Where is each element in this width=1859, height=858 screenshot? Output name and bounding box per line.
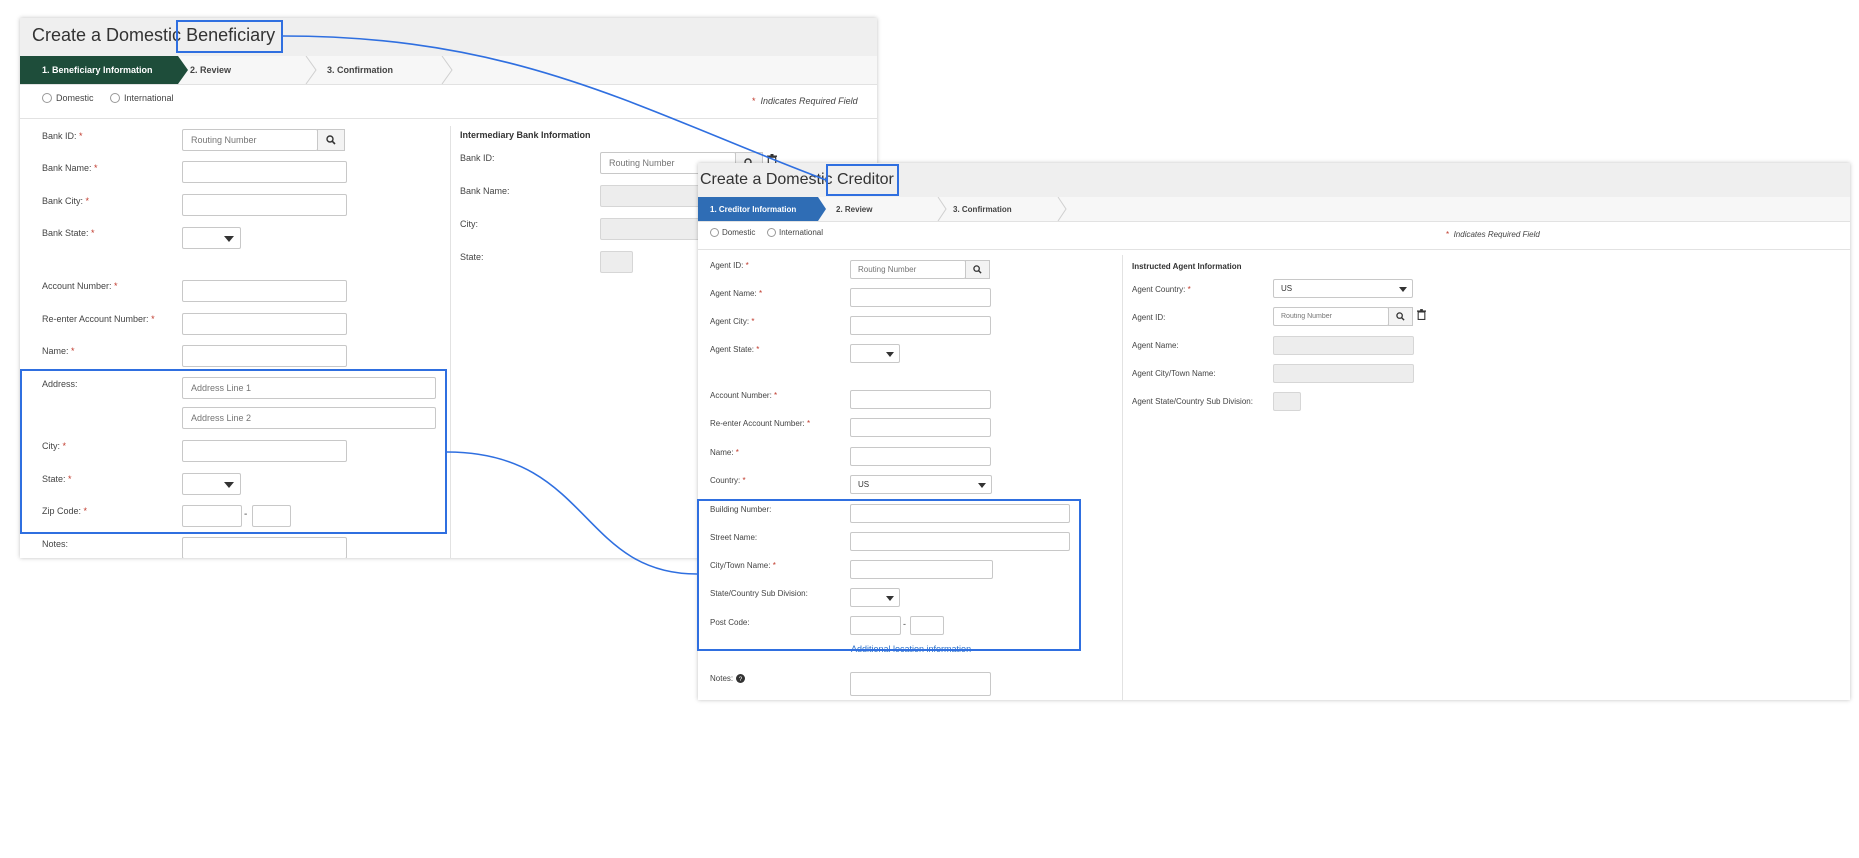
address-connector-curve [446, 451, 698, 575]
connector-lines [282, 35, 827, 575]
title-connector-curve [282, 35, 827, 181]
